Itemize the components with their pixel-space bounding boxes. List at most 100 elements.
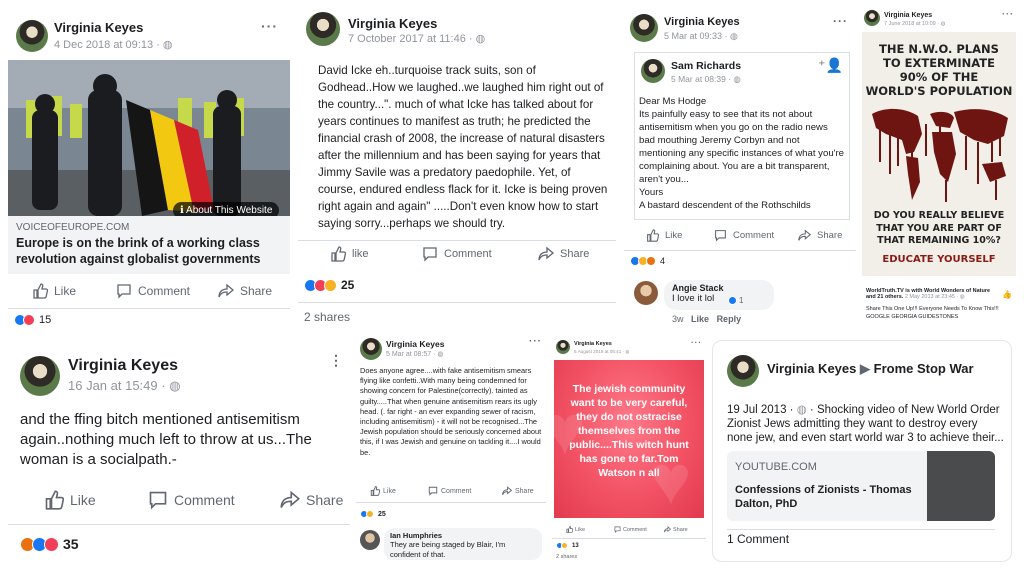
group-name[interactable]: Frome Stop War — [874, 361, 974, 376]
commenter-avatar[interactable] — [634, 281, 658, 305]
thumbs-up-icon — [370, 486, 380, 496]
post-timestamp[interactable]: 7 October 2017 at 11:46 · ◍ — [348, 32, 485, 45]
avatar[interactable] — [630, 14, 658, 42]
video-thumbnail[interactable] — [927, 451, 995, 521]
shared-source[interactable]: WorldTruth.TV is with World Wonders of N… — [866, 288, 994, 300]
author-name[interactable]: Virginia Keyes — [884, 12, 932, 19]
post-text: David Icke eh..turquoise track suits, so… — [318, 64, 608, 230]
avatar[interactable] — [360, 338, 382, 360]
author-name[interactable]: Virginia Keyes — [68, 357, 178, 375]
thumbs-up-icon — [45, 490, 64, 510]
reaction-summary[interactable]: 25 — [304, 278, 354, 292]
share-icon — [664, 526, 671, 533]
link-preview-card[interactable]: YOUTUBE.COM Confessions of Zionists - Th… — [727, 451, 995, 521]
comment-button[interactable]: Comment — [714, 229, 774, 242]
like-button[interactable]: Like — [44, 490, 96, 510]
like-button[interactable]: Like — [370, 486, 396, 496]
avatar[interactable] — [641, 59, 665, 83]
more-options-icon[interactable]: ··· — [529, 336, 542, 347]
more-options-icon[interactable]: ··· — [691, 338, 702, 347]
more-options-icon[interactable]: ··· — [833, 14, 848, 28]
comment-bubble[interactable]: Ian Humphries They are being staged by B… — [384, 528, 542, 560]
more-options-icon[interactable]: ⋮ — [329, 352, 344, 369]
comment-count[interactable]: 1 Comment — [727, 532, 789, 546]
share-button[interactable]: Share — [664, 526, 688, 533]
arrow-right-icon: ▶ — [860, 361, 870, 376]
author-name[interactable]: Virginia Keyes — [664, 16, 740, 28]
share-button[interactable]: Share — [538, 246, 589, 262]
comment-bubble[interactable]: Angie Stack I love it lol — [664, 280, 774, 310]
shared-thumbs-icon[interactable]: 👍 — [1002, 290, 1012, 299]
shared-author-name[interactable]: Sam Richards — [671, 60, 741, 72]
divider — [624, 250, 856, 251]
reaction-summary[interactable]: 13 — [556, 542, 579, 549]
add-friend-icon[interactable]: ⁺👤 — [818, 57, 843, 74]
post-timestamp[interactable]: 5 Mar at 09:33 · ◍ — [664, 31, 738, 42]
share-button[interactable]: Share — [798, 229, 842, 242]
share-icon — [538, 246, 554, 261]
shared-timestamp[interactable]: 5 Mar at 08:39 · ◍ — [671, 74, 741, 85]
avatar[interactable] — [727, 355, 759, 387]
globe-icon: ◍ — [959, 294, 965, 300]
avatar[interactable] — [20, 356, 60, 396]
avatar[interactable] — [306, 12, 340, 46]
globe-icon: ◍ — [437, 351, 444, 358]
thumbs-up-icon — [331, 246, 346, 262]
post-timestamp[interactable]: 4 Dec 2018 at 09:13 · ◍ — [54, 38, 172, 51]
post-card-4: Virginia Keyes 7 June 2018 at 10:09 · ◍ … — [860, 6, 1018, 332]
comment-button[interactable]: Comment — [428, 486, 471, 496]
share-button[interactable]: Share — [218, 283, 272, 299]
comment-button[interactable]: Comment — [422, 246, 492, 262]
like-button[interactable]: Like — [32, 283, 76, 299]
author-name[interactable]: Virginia Keyes — [386, 339, 444, 349]
comment-reply-link[interactable]: Reply — [717, 314, 742, 324]
colored-text-card[interactable]: ♥ ♥ The jewish community want to be very… — [554, 360, 704, 518]
avatar[interactable] — [556, 340, 570, 354]
like-button[interactable]: Like — [566, 526, 585, 533]
commenter-avatar[interactable] — [360, 530, 380, 550]
post-timestamp[interactable]: 5 August 2018 at 05:41 · ◍ — [574, 349, 629, 355]
share-button[interactable]: Share — [502, 486, 534, 496]
commenter-name[interactable]: Ian Humphries — [390, 531, 536, 540]
poster-image[interactable]: THE N.W.O. PLANS TO EXTERMINATE 90% OF THE… — [862, 32, 1016, 276]
post-timestamp[interactable]: 16 Jan at 15:49 · ◍ — [68, 378, 181, 394]
reaction-summary[interactable]: 15 — [14, 314, 51, 326]
like-button[interactable]: like — [330, 246, 369, 262]
share-button[interactable]: Share — [280, 490, 343, 510]
comment-button[interactable]: Comment — [148, 490, 235, 510]
commenter-name[interactable]: Angie Stack — [672, 283, 766, 293]
post-card-6: Virginia Keyes 5 Mar at 08:57 · ◍ ··· Do… — [356, 334, 546, 566]
comment-like-link[interactable]: Like — [691, 314, 709, 324]
post-timestamp[interactable]: 5 Mar at 08:57 · ◍ — [386, 350, 443, 358]
link-preview-image[interactable] — [8, 60, 290, 216]
shared-post[interactable]: Sam Richards 5 Mar at 08:39 · ◍ ⁺👤 Dear … — [634, 52, 850, 220]
reaction-summary[interactable]: 25 — [360, 510, 386, 518]
more-options-icon[interactable]: ··· — [261, 18, 278, 34]
more-options-icon[interactable]: ··· — [1002, 9, 1014, 19]
author-name[interactable]: Virginia Keyes — [54, 20, 143, 35]
author-name[interactable]: Virginia Keyes — [348, 16, 437, 31]
avatar[interactable] — [16, 20, 48, 52]
comment-button[interactable]: Comment — [116, 283, 190, 299]
share-count[interactable]: 2 shares — [304, 310, 350, 324]
comment-icon — [614, 526, 621, 533]
post-card-2: Virginia Keyes 7 October 2017 at 11:46 ·… — [298, 6, 616, 330]
thumbs-up-icon — [566, 526, 573, 533]
comment-reactions[interactable]: 1 — [728, 296, 743, 305]
author-name[interactable]: Virginia Keyes — [574, 341, 612, 347]
reaction-count: 4 — [660, 256, 666, 266]
thumbs-up-icon — [33, 283, 48, 299]
link-preview-caption[interactable]: VOICEOFEUROPE.COM Europe is on the brink… — [8, 216, 290, 274]
globe-icon: ◍ — [733, 74, 741, 84]
comment-button[interactable]: Comment — [614, 526, 647, 533]
info-icon: ℹ — [180, 205, 184, 216]
avatar[interactable] — [864, 10, 880, 26]
post-timestamp[interactable]: 19 Jul 2013 · — [727, 404, 797, 416]
like-button[interactable]: Like — [646, 229, 682, 242]
share-icon — [798, 229, 811, 241]
author-name[interactable]: Virginia Keyes ▶ Frome Stop War — [767, 361, 974, 377]
share-count[interactable]: 2 shares — [556, 554, 577, 560]
reaction-summary[interactable]: 4 — [630, 256, 665, 266]
reaction-summary[interactable]: 35 — [20, 536, 79, 552]
post-timestamp[interactable]: 7 June 2018 at 10:09 · ◍ — [884, 21, 945, 27]
